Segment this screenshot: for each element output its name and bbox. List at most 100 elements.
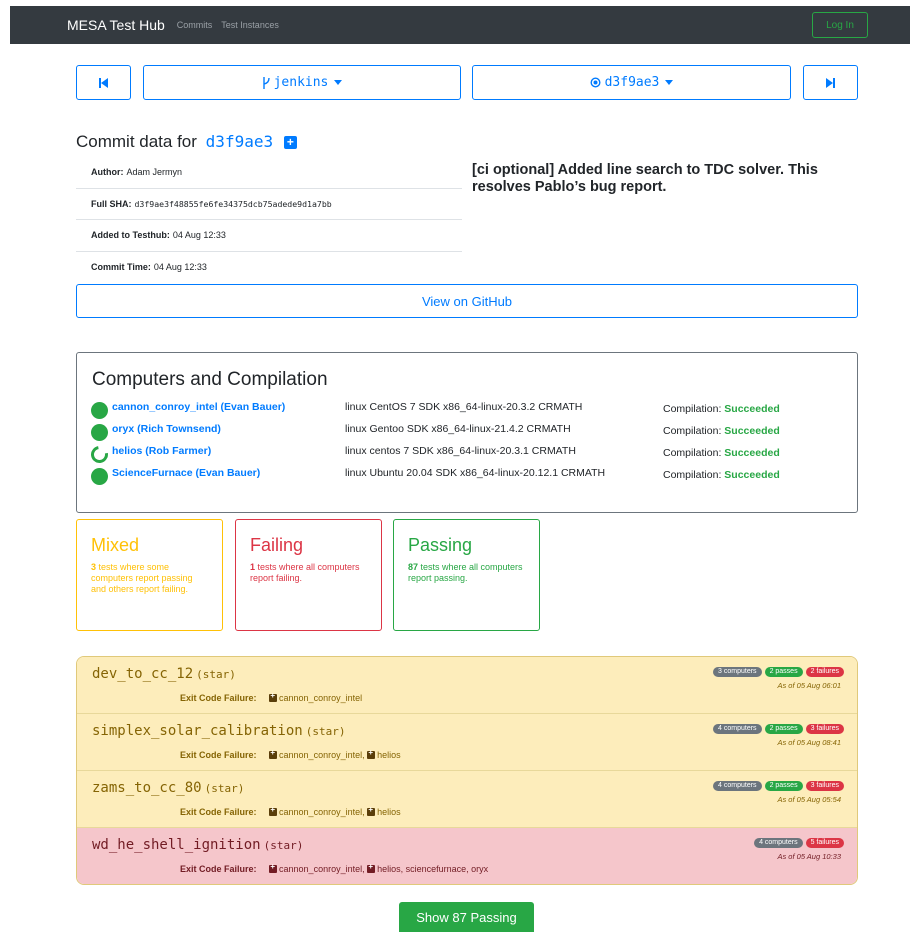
computer-row: ScienceFurnace (Evan Bauer) linux Ubuntu…: [91, 467, 851, 485]
view-on-github-button[interactable]: View on GitHub: [76, 284, 858, 318]
test-badges: 4 computers 5 failures: [754, 838, 844, 848]
passes-badge: 2 passes: [764, 724, 803, 734]
computers-panel: Computers and Compilation cannon_conroy_…: [76, 352, 858, 513]
nav-test-instances[interactable]: Test Instances: [221, 20, 279, 30]
computers-title: Computers and Compilation: [92, 369, 328, 390]
failing-title: Failing: [250, 535, 304, 555]
plus-square-icon[interactable]: [269, 805, 278, 816]
failing-computer: cannon_conroy_intel,: [279, 864, 365, 874]
test-name-text: wd_he_shell_ignition: [92, 837, 261, 853]
compilation-value: Succeeded: [724, 425, 780, 437]
plus-square-icon[interactable]: [367, 748, 376, 759]
test-row[interactable]: wd_he_shell_ignition (star) 4 computers 5…: [77, 828, 857, 884]
test-row[interactable]: dev_to_cc_12 (star) 3 computers 2 passes …: [77, 657, 857, 714]
test-name[interactable]: dev_to_cc_12 (star): [92, 665, 236, 682]
passing-title: Passing: [408, 535, 473, 555]
commit-heading: Commit data for d3f9ae3 +: [76, 132, 297, 152]
brand-link[interactable]: MESA Test Hub: [67, 17, 165, 33]
status-filled-icon: [91, 402, 108, 419]
mixed-card[interactable]: Mixed 3 tests where some computers repor…: [76, 519, 223, 631]
computers-badge: 4 computers: [713, 724, 762, 734]
test-failure-line: Exit Code Failure: cannon_conroy_intel: [180, 691, 362, 703]
navbar: MESA Test Hub Commits Test Instances Log…: [10, 6, 910, 44]
mixed-text: tests where some computers report passin…: [91, 562, 193, 594]
test-badges: 4 computers 2 passes 3 failures: [713, 781, 844, 791]
failing-computer: helios: [377, 750, 401, 760]
failing-computer: cannon_conroy_intel,: [279, 807, 365, 817]
compilation-status: Compilation: Succeeded: [663, 403, 780, 415]
computer-link[interactable]: helios (Rob Farmer): [112, 445, 211, 457]
test-tag: (star): [263, 839, 304, 852]
test-failure-line: Exit Code Failure: cannon_conroy_intel, …: [180, 748, 401, 760]
failure-label: Exit Code Failure:: [180, 750, 257, 760]
commit-dropdown[interactable]: d3f9ae3: [472, 65, 791, 100]
test-name[interactable]: wd_he_shell_ignition (star): [92, 836, 303, 853]
chevron-down-icon: [665, 80, 674, 85]
computer-spec: linux centos 7 SDK x86_64-linux-20.3.1 C…: [345, 445, 576, 457]
test-row[interactable]: simplex_solar_calibration (star) 4 comput…: [77, 714, 857, 771]
computer-link[interactable]: ScienceFurnace (Evan Bauer): [112, 467, 260, 479]
compilation-value: Succeeded: [724, 403, 780, 415]
next-commit-button[interactable]: [803, 65, 858, 100]
failing-computer: cannon_conroy_intel,: [279, 750, 365, 760]
test-failure-line: Exit Code Failure: cannon_conroy_intel, …: [180, 805, 401, 817]
compilation-value: Succeeded: [724, 447, 780, 459]
passes-badge: 2 passes: [764, 667, 803, 677]
branch-dropdown[interactable]: jenkins: [143, 65, 461, 100]
failure-label: Exit Code Failure:: [180, 864, 257, 874]
test-tag: (star): [196, 668, 236, 681]
nav-commits[interactable]: Commits: [177, 20, 213, 30]
computer-user: (Evan Bauer): [220, 401, 286, 413]
plus-square-icon[interactable]: [269, 862, 278, 873]
test-name-text: dev_to_cc_12: [92, 666, 194, 682]
test-name[interactable]: simplex_solar_calibration (star): [92, 722, 345, 739]
test-name[interactable]: zams_to_cc_80 (star): [92, 779, 244, 796]
computer-row: cannon_conroy_intel (Evan Bauer) linux C…: [91, 401, 851, 419]
failing-computer: helios, sciencefurnace, oryx: [377, 864, 489, 874]
author-row: Author: Adam Jermyn: [76, 157, 462, 189]
author-label: Author:: [91, 167, 124, 178]
computer-link[interactable]: oryx (Rich Townsend): [112, 423, 221, 435]
passes-badge: 2 passes: [764, 781, 803, 791]
passing-card[interactable]: Passing 87 tests where all computers rep…: [393, 519, 540, 631]
plus-square-icon[interactable]: [269, 691, 278, 702]
test-timestamp: As of 05 Aug 06:01: [777, 681, 841, 690]
previous-commit-button[interactable]: [76, 65, 131, 100]
login-button[interactable]: Log In: [812, 12, 868, 38]
computer-row: helios (Rob Farmer) linux centos 7 SDK x…: [87, 442, 851, 467]
compilation-label: Compilation:: [663, 403, 722, 415]
failures-badge: 3 failures: [805, 781, 844, 791]
commit-message: [ci optional] Added line search to TDC s…: [472, 162, 818, 195]
computer-user: (Rob Farmer): [145, 445, 212, 457]
test-timestamp: As of 05 Aug 10:33: [777, 852, 841, 861]
added-value: 04 Aug 12:33: [172, 230, 226, 241]
computer-spec: linux CentOS 7 SDK x86_64-linux-20.3.2 C…: [345, 401, 583, 413]
failing-description: 1 tests where all computers report faili…: [250, 562, 367, 584]
skip-backward-icon: [99, 77, 108, 88]
commit-label: d3f9ae3: [604, 75, 660, 90]
status-filled-icon: [91, 468, 108, 485]
failures-badge: 2 failures: [805, 667, 844, 677]
failures-badge: 5 failures: [805, 838, 844, 848]
computer-name: oryx: [112, 423, 135, 435]
plus-square-icon[interactable]: [367, 862, 376, 873]
show-passing-button[interactable]: Show 87 Passing: [399, 902, 534, 932]
computer-link[interactable]: cannon_conroy_intel (Evan Bauer): [112, 401, 285, 413]
compilation-label: Compilation:: [663, 447, 722, 459]
mixed-description: 3 tests where some computers report pass…: [91, 562, 208, 595]
computer-row: oryx (Rich Townsend) linux Gentoo SDK x8…: [91, 423, 851, 441]
passing-description: 87 tests where all computers report pass…: [408, 562, 525, 584]
test-name-text: zams_to_cc_80: [92, 780, 202, 796]
test-tag: (star): [305, 725, 346, 738]
plus-square-icon[interactable]: [269, 748, 278, 759]
computer-spec: linux Gentoo SDK x86_64-linux-21.4.2 CRM…: [345, 423, 571, 435]
compilation-label: Compilation:: [663, 425, 722, 437]
test-row[interactable]: zams_to_cc_80 (star) 4 computers 2 passes…: [77, 771, 857, 828]
plus-square-icon[interactable]: +: [283, 136, 297, 149]
added-row: Added to Testhub: 04 Aug 12:33: [76, 220, 462, 252]
commit-sha-link[interactable]: d3f9ae3: [206, 132, 273, 151]
failing-card[interactable]: Failing 1 tests where all computers repo…: [235, 519, 382, 631]
computer-name: helios: [112, 445, 143, 457]
plus-square-icon[interactable]: [367, 805, 376, 816]
passing-text: tests where all computers report passing…: [408, 562, 523, 583]
